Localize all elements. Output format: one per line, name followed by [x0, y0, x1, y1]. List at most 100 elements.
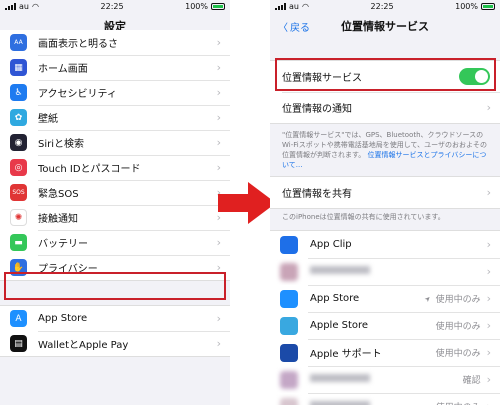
app-location-row[interactable]: 使用中のみ › — [270, 393, 500, 405]
blurred-app-name — [310, 401, 370, 405]
app-name: App Store — [310, 293, 360, 304]
app-name — [310, 401, 436, 405]
chevron-right-icon: › — [216, 161, 221, 174]
settings-row[interactable]: A App Store › — [0, 306, 230, 331]
app-location-row[interactable]: 確認 › — [270, 366, 500, 393]
share-location-row[interactable]: 位置情報を共有 › — [270, 177, 500, 208]
page-title: 位置情報サービス — [341, 19, 429, 33]
settings-screen: au ◠ 22:25 100% 設定 AA 画面表示と明るさ › ▦ ホーム画面 › ♿ アク… — [0, 0, 230, 405]
settings-row[interactable]: ✺ 接触通知 › — [0, 205, 230, 230]
chevron-right-icon: › — [216, 312, 221, 325]
settings-row[interactable]: SOS 緊急SOS › — [0, 180, 230, 205]
location-description: "位置情報サービス"では、GPS、Bluetooth、クラウドソースのWi-Fi… — [270, 124, 500, 176]
fingerprint-icon: ◎ — [10, 159, 27, 176]
location-alerts-row[interactable]: 位置情報の通知 › — [270, 92, 500, 123]
permission-text: 確認 — [462, 376, 481, 386]
exposure-notification-icon: ✺ — [10, 209, 27, 226]
chevron-right-icon: › — [486, 319, 491, 332]
siri-icon: ◉ — [10, 134, 27, 151]
app-name — [310, 266, 481, 277]
chevron-right-icon: › — [486, 101, 491, 114]
app-name: App Clip — [310, 239, 352, 250]
app-permission-value: 確認 — [463, 373, 481, 386]
apple-store-icon — [280, 316, 298, 335]
wallpaper-icon: ✿ — [10, 109, 27, 126]
share-note: このiPhoneは位置情報の共有に使用されています。 — [282, 213, 445, 221]
app-list: App Clip › › App Store ➤ 使用中のみ › Apple Store 使用中… — [270, 230, 500, 405]
settings-row[interactable]: ◎ Touch IDとパスコード › — [0, 155, 230, 180]
location-settings-group: 位置情報サービス 位置情報の通知 › — [270, 60, 500, 124]
settings-row[interactable]: ✋ プライバシー › — [0, 255, 230, 280]
app-name: Apple Store — [310, 320, 369, 331]
carrier-label: au — [289, 2, 299, 11]
location-alerts-label: 位置情報の通知 — [282, 104, 352, 115]
home-grid-icon: ▦ — [10, 59, 27, 76]
location-services-toggle[interactable] — [459, 68, 490, 85]
location-arrow-icon: ➤ — [422, 293, 433, 304]
app-permission-value: 使用中のみ — [436, 400, 481, 405]
settings-row-label: 接触通知 — [38, 214, 78, 225]
chevron-right-icon: › — [216, 337, 221, 350]
app-location-row[interactable]: › — [270, 258, 500, 285]
chevron-right-icon: › — [486, 265, 491, 278]
chevron-right-icon: › — [216, 111, 221, 124]
settings-row[interactable]: ✿ 壁紙 › — [0, 105, 230, 130]
settings-row-label: 壁紙 — [38, 114, 58, 125]
chevron-right-icon: › — [487, 400, 491, 405]
chevron-right-icon: › — [486, 292, 491, 305]
aa-icon: AA — [10, 34, 27, 51]
signal-icon — [275, 3, 286, 10]
chevron-right-icon: › — [216, 261, 221, 274]
wifi-icon: ◠ — [301, 2, 309, 11]
status-bar: au ◠ 22:25 100% — [270, 0, 500, 13]
back-button[interactable]: 〈 戻る — [278, 19, 310, 34]
app-location-row[interactable]: Apple Store 使用中のみ › — [270, 312, 500, 339]
hand-icon: ✋ — [10, 259, 27, 276]
settings-row-label: WalletとApple Pay — [38, 340, 129, 351]
settings-row-label: プライバシー — [38, 264, 98, 275]
app-store-icon — [280, 289, 298, 308]
permission-text: 使用中のみ — [435, 322, 481, 332]
permission-text: 使用中のみ — [435, 295, 481, 305]
settings-row[interactable]: ▦ ホーム画面 › — [0, 55, 230, 80]
blurred-app-icon — [280, 370, 298, 389]
signal-icon — [5, 3, 16, 10]
chevron-right-icon: › — [486, 186, 491, 199]
chevron-right-icon: › — [216, 236, 221, 249]
blurred-app-icon — [280, 262, 298, 281]
chevron-right-icon: › — [486, 373, 491, 386]
settings-row[interactable]: AA 画面表示と明るさ › — [0, 30, 230, 55]
battery-percent: 100% — [455, 2, 478, 11]
location-services-row: 位置情報サービス — [270, 61, 500, 92]
location-services-label: 位置情報サービス — [282, 73, 362, 84]
app-permission-value: ➤ 使用中のみ — [422, 292, 481, 305]
battery-icon — [211, 3, 225, 10]
app-clip-icon — [280, 235, 298, 254]
app-location-row[interactable]: App Clip › — [270, 231, 500, 258]
chevron-right-icon: › — [216, 86, 221, 99]
blurred-app-name — [310, 374, 370, 382]
share-location-label: 位置情報を共有 — [282, 189, 352, 200]
accessibility-icon: ♿ — [10, 84, 27, 101]
settings-row[interactable]: ▬ バッテリー › — [0, 230, 230, 255]
battery-icon: ▬ — [10, 234, 27, 251]
app-location-row[interactable]: App Store ➤ 使用中のみ › — [270, 285, 500, 312]
app-location-row[interactable]: Apple サポート 使用中のみ › — [270, 339, 500, 366]
settings-row-label: バッテリー — [38, 239, 88, 250]
app-permission-value: 使用中のみ — [436, 319, 481, 332]
location-services-screen: au ◠ 22:25 100% 〈 戻る 位置情報サービス 位置情報サービス 位… — [270, 0, 500, 405]
chevron-right-icon: › — [216, 36, 221, 49]
wallet-icon: ▤ — [10, 335, 27, 352]
clock: 22:25 — [370, 2, 394, 11]
settings-row-label: 画面表示と明るさ — [38, 39, 118, 50]
settings-row[interactable]: ♿ アクセシビリティ › — [0, 80, 230, 105]
settings-row-label: Siriと検索 — [38, 139, 85, 150]
status-bar: au ◠ 22:25 100% — [0, 0, 230, 13]
app-name — [310, 374, 463, 385]
blurred-app-name — [310, 266, 370, 274]
chevron-left-icon: 〈 — [278, 23, 288, 34]
red-arrow-icon — [218, 182, 276, 224]
settings-row[interactable]: ▤ WalletとApple Pay › — [0, 331, 230, 356]
blurred-app-icon — [280, 397, 298, 405]
settings-row[interactable]: ◉ Siriと検索 › — [0, 130, 230, 155]
